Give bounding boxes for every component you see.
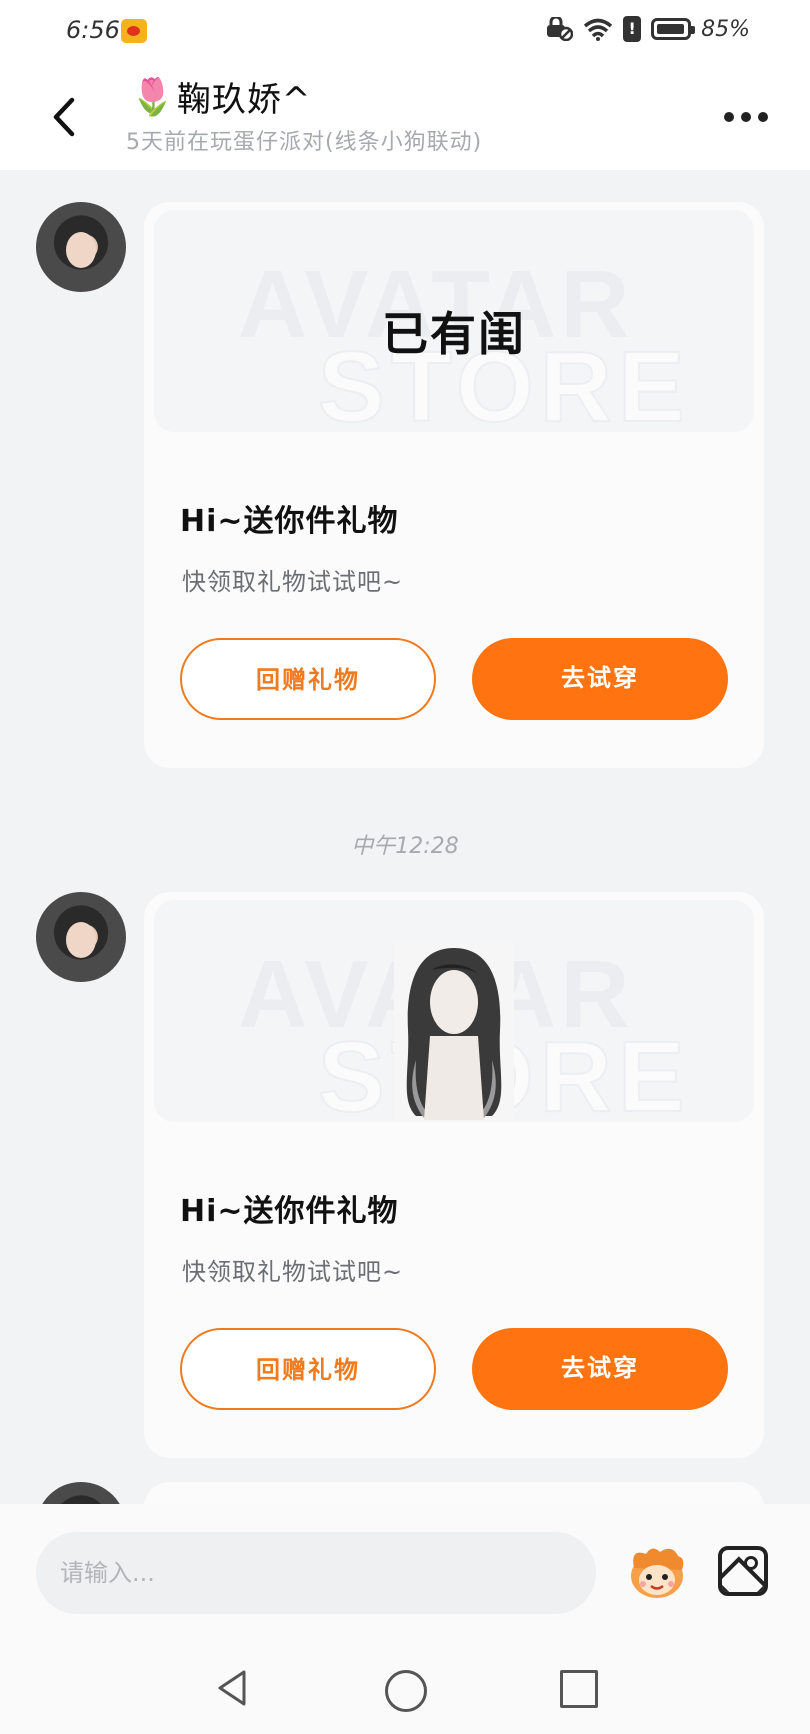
gift-card-title: Hi~送你件礼物 [180, 504, 399, 539]
gift-preview-banner[interactable]: AVATAR STORE [154, 900, 754, 1122]
return-gift-button[interactable]: 回赠礼物 [180, 638, 436, 720]
return-gift-button[interactable]: 回赠礼物 [180, 1328, 436, 1410]
message-list[interactable]: AVATAR STORE 已有闺 Hi~送你件礼物 快领取礼物试试吧~ 回赠礼物… [0, 170, 810, 1504]
gift-card-subtitle: 快领取礼物试试吧~ [182, 1258, 404, 1286]
hairstyle-item-image [394, 940, 514, 1120]
sticker-emoji-icon[interactable] [626, 1544, 688, 1600]
gift-status-text: 已有闺 [382, 307, 526, 361]
message-input-bar [0, 1504, 810, 1646]
status-time: 6:56 [66, 16, 120, 44]
alert-icon: ! [623, 16, 642, 42]
sender-avatar[interactable] [36, 202, 126, 292]
weibo-notification-icon [121, 19, 147, 43]
tulip-emoji-icon: 🌷 [130, 76, 175, 118]
status-bar: 6:56 ! 85% [0, 0, 810, 62]
more-options-icon[interactable] [724, 112, 768, 122]
gift-card-title: Hi~送你件礼物 [180, 1194, 399, 1229]
message-input[interactable] [36, 1532, 596, 1614]
gift-card-subtitle: 快领取礼物试试吧~ [182, 568, 404, 596]
nav-home-icon[interactable] [385, 1670, 427, 1712]
try-on-button[interactable]: 去试穿 [472, 638, 728, 720]
wifi-icon [583, 18, 613, 41]
gift-message-card: AVATAR STORE 已有闺 Hi~送你件礼物 快领取礼物试试吧~ 回赠礼物… [144, 202, 764, 768]
contact-name: 鞠玖娇^ [176, 80, 312, 120]
chat-header: 🌷 鞠玖娇^ 5天前在玩蛋仔派对(线条小狗联动) [0, 62, 810, 170]
battery-percentage: 85% [701, 16, 750, 42]
status-icons: ! 85% [545, 16, 750, 42]
vpn-lock-icon [547, 17, 574, 41]
gift-message-card [144, 1482, 764, 1504]
sender-avatar[interactable] [36, 1482, 126, 1504]
contact-name-row[interactable]: 🌷 鞠玖娇^ [130, 72, 311, 121]
image-picker-icon[interactable] [718, 1546, 768, 1596]
chat-screen: 6:56 ! 85% 🌷 鞠玖娇^ 5天前在玩蛋仔派对(线条小狗联动) AVAT… [0, 0, 810, 1734]
battery-icon [651, 18, 696, 40]
gift-preview-banner[interactable]: AVATAR STORE 已有闺 [154, 210, 754, 432]
contact-activity-status: 5天前在玩蛋仔派对(线条小狗联动) [126, 130, 483, 155]
try-on-button[interactable]: 去试穿 [472, 1328, 728, 1410]
nav-back-icon[interactable] [214, 1668, 250, 1708]
system-navigation-bar [0, 1646, 810, 1734]
message-timestamp: 中午12:28 [351, 834, 459, 859]
gift-message-card: AVATAR STORE Hi~送你件礼物 快领取礼物试试吧~ 回赠礼物 去试穿 [144, 892, 764, 1458]
nav-recent-apps-icon[interactable] [560, 1670, 598, 1708]
back-arrow-icon[interactable] [46, 92, 86, 142]
sender-avatar[interactable] [36, 892, 126, 982]
